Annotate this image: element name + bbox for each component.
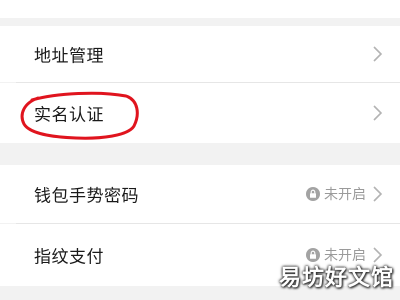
- status-badge: 未开启: [306, 184, 366, 204]
- address-management-row[interactable]: 地址管理: [0, 26, 400, 82]
- fingerprint-payment-label: 指纹支付: [34, 247, 104, 268]
- address-management-label: 地址管理: [34, 46, 104, 67]
- real-name-verification-label: 实名认证: [34, 105, 104, 126]
- previous-row-fragment: [0, 0, 400, 18]
- chevron-right-icon: [373, 105, 383, 121]
- status-text: 未开启: [324, 187, 366, 203]
- lock-icon: [306, 187, 320, 201]
- real-name-verification-row[interactable]: 实名认证: [0, 83, 400, 143]
- chevron-right-icon: [373, 46, 383, 62]
- wallet-gesture-password-label: 钱包手势密码: [34, 186, 139, 207]
- chevron-right-icon: [373, 186, 383, 202]
- watermark: 易坊好文馆: [278, 266, 394, 291]
- wallet-gesture-password-row[interactable]: 钱包手势密码 未开启: [0, 165, 400, 223]
- settings-screen: 地址管理 实名认证 钱包手势密码 未开启 指纹支付 未开启 易坊好文馆: [0, 0, 400, 300]
